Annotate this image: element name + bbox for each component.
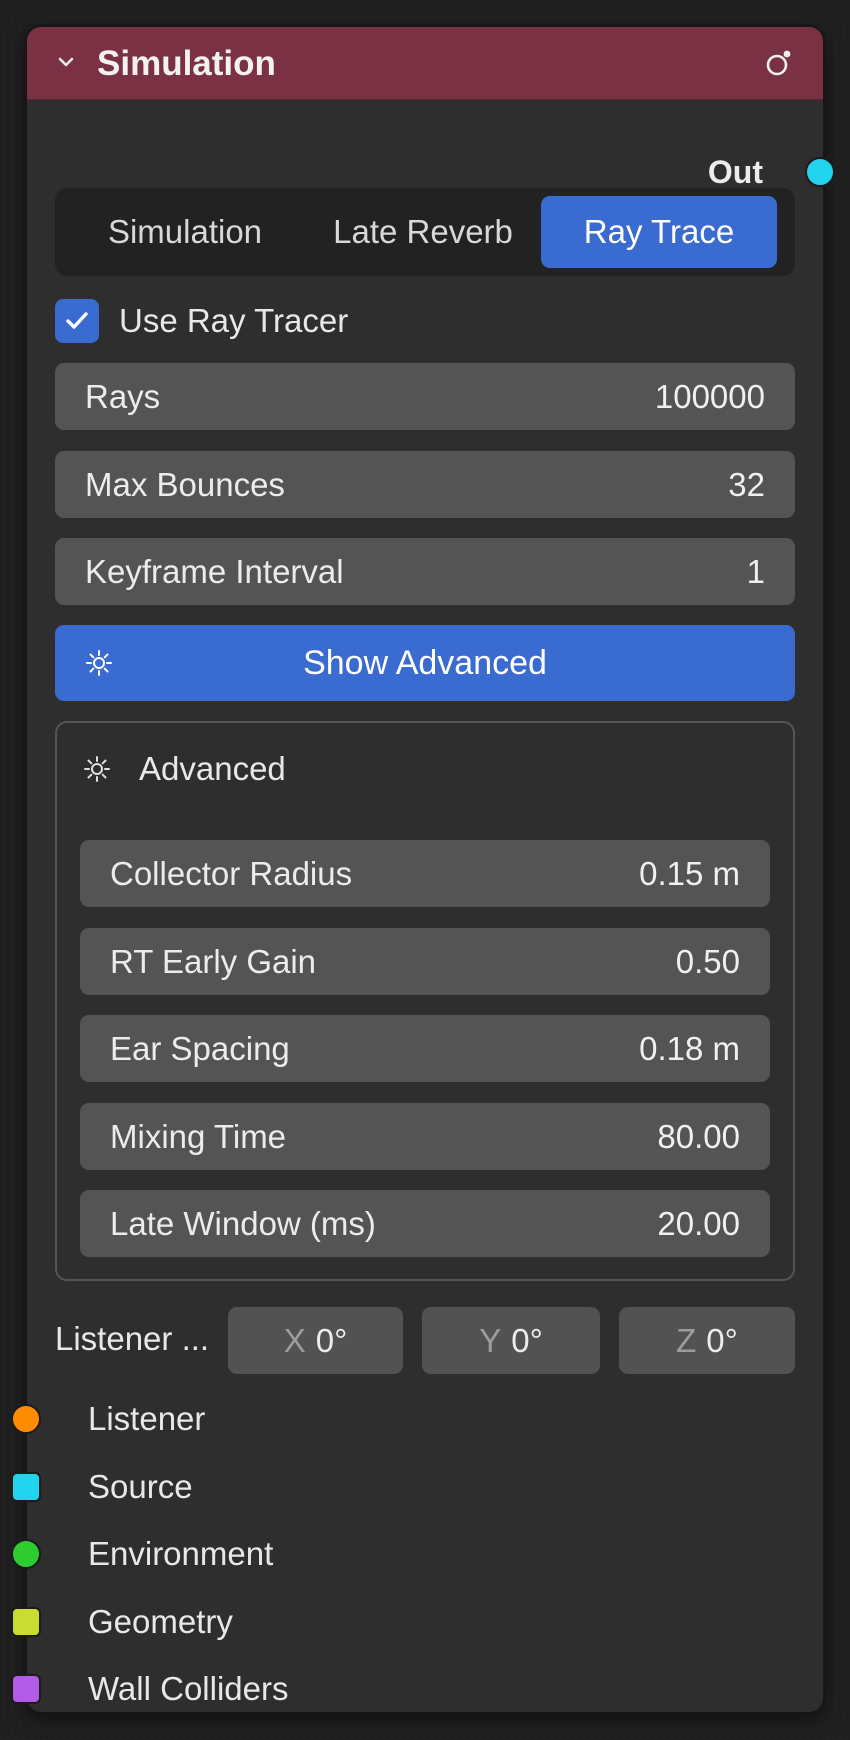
source-socket[interactable] (11, 1472, 41, 1502)
field-value: 0.15 m (639, 854, 740, 892)
output-label: Out (707, 154, 763, 190)
node-options-icon[interactable] (763, 47, 795, 79)
rotation-z-field[interactable]: Z 0° (619, 1307, 795, 1374)
input-environment: Environment (11, 1532, 823, 1576)
field-label: RT Early Gain (110, 942, 317, 980)
output-socket[interactable] (805, 157, 835, 187)
show-advanced-button[interactable]: Show Advanced (55, 625, 795, 701)
keyframe-interval-field[interactable]: Keyframe Interval 1 (55, 538, 795, 605)
input-listener: Listener (11, 1397, 823, 1441)
simulation-node[interactable]: Simulation Out Simulation Late Reverb Ra… (11, 27, 835, 1712)
advanced-title: Advanced (139, 750, 286, 787)
field-value: 1 (746, 552, 765, 590)
use-ray-tracer-checkbox[interactable] (55, 299, 99, 343)
input-label: Environment (88, 1535, 274, 1572)
field-value: 20.00 (657, 1204, 740, 1242)
rt-early-gain-field[interactable]: RT Early Gain 0.50 (80, 928, 770, 995)
tab-ray-trace[interactable]: Ray Trace (541, 196, 777, 268)
field-label: Mixing Time (110, 1117, 287, 1155)
late-window-field[interactable]: Late Window (ms) 20.00 (80, 1190, 770, 1257)
listener-rotation-label: Listener ... (55, 1320, 210, 1357)
axis-label: Y (479, 1321, 502, 1359)
checkmark-icon (66, 312, 88, 329)
wall-colliders-socket[interactable] (11, 1674, 41, 1704)
input-geometry: Geometry (11, 1600, 823, 1644)
input-label: Source (88, 1468, 193, 1505)
mixing-time-field[interactable]: Mixing Time 80.00 (80, 1103, 770, 1170)
field-label: Collector Radius (110, 854, 353, 892)
chevron-down-icon[interactable] (55, 51, 77, 73)
input-label: Listener (88, 1400, 206, 1437)
geometry-socket[interactable] (11, 1607, 41, 1637)
axis-value: 0° (315, 1321, 348, 1359)
input-label: Wall Colliders (88, 1670, 289, 1707)
field-label: Late Window (ms) (110, 1204, 376, 1242)
ear-spacing-field[interactable]: Ear Spacing 0.18 m (80, 1015, 770, 1082)
field-value: 32 (728, 465, 765, 503)
field-label: Ear Spacing (110, 1029, 290, 1067)
axis-label: Z (676, 1321, 697, 1359)
tab-late-reverb[interactable]: Late Reverb (305, 196, 541, 268)
mode-tabs: Simulation Late Reverb Ray Trace (55, 188, 795, 276)
input-wall-colliders: Wall Colliders (11, 1667, 823, 1711)
node-header[interactable]: Simulation (27, 27, 823, 100)
environment-socket[interactable] (11, 1539, 41, 1569)
rotation-y-field[interactable]: Y 0° (422, 1307, 600, 1374)
input-source: Source (11, 1465, 823, 1509)
field-value: 80.00 (657, 1117, 740, 1155)
field-label: Max Bounces (85, 465, 285, 503)
field-value: 100000 (654, 377, 765, 415)
tab-simulation[interactable]: Simulation (65, 196, 305, 268)
rays-field[interactable]: Rays 100000 (55, 363, 795, 430)
sun-icon (86, 650, 112, 676)
axis-value: 0° (706, 1321, 738, 1359)
axis-label: X (283, 1321, 306, 1359)
field-value: 0.18 m (639, 1029, 740, 1067)
collector-radius-field[interactable]: Collector Radius 0.15 m (80, 840, 770, 907)
max-bounces-field[interactable]: Max Bounces 32 (55, 451, 795, 518)
listener-socket[interactable] (11, 1404, 41, 1434)
sun-icon (84, 756, 110, 782)
advanced-panel: Advanced Collector Radius 0.15 m RT Earl… (55, 721, 795, 1281)
field-label: Keyframe Interval (85, 552, 344, 590)
show-advanced-label: Show Advanced (303, 643, 547, 682)
use-ray-tracer-row[interactable]: Use Ray Tracer (55, 298, 348, 344)
rotation-x-field[interactable]: X 0° (228, 1307, 403, 1374)
axis-value: 0° (511, 1321, 543, 1359)
node-title: Simulation (97, 44, 276, 83)
field-value: 0.50 (675, 942, 740, 980)
field-label: Rays (85, 377, 161, 415)
use-ray-tracer-label: Use Ray Tracer (119, 302, 349, 339)
input-label: Geometry (88, 1603, 233, 1640)
